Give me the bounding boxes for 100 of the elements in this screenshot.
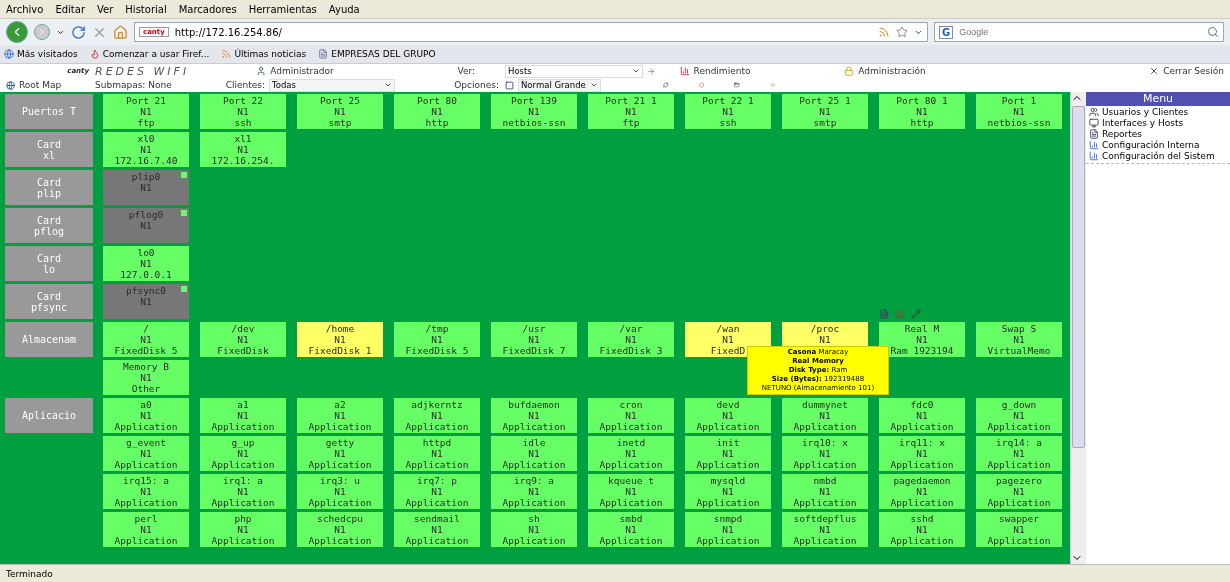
host-tile[interactable]: sshd N1 Application xyxy=(879,512,965,547)
host-tile[interactable]: xl1 N1 172.16.254. xyxy=(200,132,286,167)
menu-link[interactable]: Configuración Interna xyxy=(1086,139,1230,150)
host-tile[interactable]: pagedaemon N1 Application xyxy=(879,474,965,509)
logout-link[interactable]: Cerrar Sesión xyxy=(1163,66,1224,76)
forward-button[interactable] xyxy=(34,24,50,40)
arrow-icon[interactable] xyxy=(646,66,655,76)
home-button[interactable] xyxy=(113,24,128,40)
bookmark[interactable]: EMPRESAS DEL GRUPO xyxy=(318,49,436,59)
host-tile[interactable]: Port 22 N1 ssh xyxy=(200,94,286,129)
menu-link[interactable]: Configuración del Sistem xyxy=(1086,150,1230,161)
host-tile[interactable]: nmbd N1 Application xyxy=(782,474,868,509)
rss-icon[interactable] xyxy=(878,26,890,38)
host-tile[interactable]: irq9: a N1 Application xyxy=(491,474,577,509)
host-tile[interactable]: cron N1 Application xyxy=(588,398,674,433)
menu-item[interactable]: Ver xyxy=(97,3,114,15)
host-tile[interactable]: a0 N1 Application xyxy=(103,398,189,433)
host-tile[interactable]: sh N1 Application xyxy=(491,512,577,547)
host-tile[interactable]: snmpd N1 Application xyxy=(685,512,771,547)
bookmark[interactable]: Últimas noticias xyxy=(221,49,307,59)
host-tile[interactable]: a2 N1 Application xyxy=(297,398,383,433)
star-icon[interactable] xyxy=(896,26,908,38)
host-tile[interactable]: /tmp N1 FixedDisk 5 xyxy=(394,322,480,357)
host-tile[interactable]: /dev N1 FixedDisk xyxy=(200,322,286,357)
host-tile[interactable]: Port 139 N1 netbios-ssn xyxy=(491,94,577,129)
host-tile[interactable]: irq1: a N1 Application xyxy=(200,474,286,509)
lock-icon[interactable] xyxy=(844,66,855,76)
root-map-link[interactable]: Root Map xyxy=(19,80,62,90)
host-tile[interactable]: mysqld N1 Application xyxy=(685,474,771,509)
search-input[interactable]: Google xyxy=(957,26,1203,38)
host-tile[interactable]: schedcpu N1 Application xyxy=(297,512,383,547)
menu-link[interactable]: Interfaces y Hosts xyxy=(1086,117,1230,128)
host-tile[interactable]: g_down N1 Application xyxy=(976,398,1062,433)
menu-item[interactable]: Historial xyxy=(125,3,167,15)
host-tile[interactable]: /usr N1 FixedDisk 7 xyxy=(491,322,577,357)
view-select[interactable]: Hosts xyxy=(505,64,643,78)
host-tile[interactable]: Port 21 1 N1 ftp xyxy=(588,94,674,129)
host-tile[interactable]: Port 25 1 N1 smtp xyxy=(782,94,868,129)
host-tile[interactable]: Swap S N1 VirtualMemo xyxy=(976,322,1062,357)
host-tile[interactable]: dummynet N1 Application xyxy=(782,398,868,433)
close-icon[interactable] xyxy=(1149,66,1160,76)
host-tile[interactable]: pagezero N1 Application xyxy=(976,474,1062,509)
scrollbar-thumb[interactable] xyxy=(1072,106,1085,448)
back-button[interactable] xyxy=(6,21,28,43)
host-tile[interactable]: irq3: u N1 Application xyxy=(297,474,383,509)
host-tile[interactable]: lo0 N1 127.0.0.1 xyxy=(103,246,189,281)
host-tile[interactable]: idle N1 Application xyxy=(491,436,577,471)
reload-button[interactable] xyxy=(71,24,86,40)
host-tile[interactable]: g_up N1 Application xyxy=(200,436,286,471)
size-select[interactable]: Normal Grande xyxy=(518,78,601,92)
host-tile[interactable]: sendmail N1 Application xyxy=(394,512,480,547)
host-tile[interactable]: devd N1 Application xyxy=(685,398,771,433)
host-tile[interactable]: irq14: a N1 Application xyxy=(976,436,1062,471)
shield-icon[interactable] xyxy=(698,80,704,90)
menu-item[interactable]: Ayuda xyxy=(328,3,360,15)
host-tile[interactable]: irq7: p N1 Application xyxy=(394,474,480,509)
refresh-icon[interactable] xyxy=(663,80,669,90)
admin-link[interactable]: Administración xyxy=(858,66,926,76)
host-tile[interactable]: init N1 Application xyxy=(685,436,771,471)
menu-item[interactable]: Marcadores xyxy=(178,3,237,15)
host-tile[interactable]: Memory B N1 Other xyxy=(103,360,189,395)
layout-icon[interactable] xyxy=(505,80,514,90)
search-field[interactable]: G Google xyxy=(934,22,1224,42)
menu-item[interactable]: Editar xyxy=(55,3,85,15)
host-tile[interactable]: Port 22 1 N1 ssh xyxy=(685,94,771,129)
host-tile[interactable]: Real M N1 Ram 1923194 xyxy=(879,322,965,357)
host-tile[interactable]: irq11: x N1 Application xyxy=(879,436,965,471)
host-tile[interactable]: Port 80 N1 http xyxy=(394,94,480,129)
menu-link[interactable]: Usuarios y Clientes xyxy=(1086,106,1230,117)
performance-link[interactable]: Rendimiento xyxy=(693,66,751,76)
edit-icon[interactable] xyxy=(911,309,921,319)
menu-link[interactable]: Reportes xyxy=(1086,128,1230,139)
host-tile[interactable]: fdc0 N1 Application xyxy=(879,398,965,433)
clients-select[interactable]: Todas xyxy=(269,78,395,92)
host-tile[interactable]: a1 N1 Application xyxy=(200,398,286,433)
host-tile[interactable]: php N1 Application xyxy=(200,512,286,547)
search-icon[interactable] xyxy=(1207,26,1219,38)
globe-icon[interactable] xyxy=(6,80,15,90)
bookmark[interactable]: Comenzar a usar Firef... xyxy=(89,49,210,59)
host-tile[interactable]: kqueue t N1 Application xyxy=(588,474,674,509)
bar-chart-icon[interactable] xyxy=(679,66,690,76)
host-tile[interactable]: Port 80 1 N1 http xyxy=(879,94,965,129)
bookmark[interactable]: Más visitados xyxy=(4,49,78,59)
host-tile[interactable]: softdepflus N1 Application xyxy=(782,512,868,547)
host-tile[interactable]: irq10: x N1 Application xyxy=(782,436,868,471)
menu-item[interactable]: Archivo xyxy=(6,3,44,15)
host-tile[interactable]: smbd N1 Application xyxy=(588,512,674,547)
host-tile[interactable]: inetd N1 Application xyxy=(588,436,674,471)
host-tile[interactable]: / N1 FixedDisk 5 xyxy=(103,322,189,357)
host-tile[interactable]: perl N1 Application xyxy=(103,512,189,547)
host-tile[interactable]: g_event N1 Application xyxy=(103,436,189,471)
document-icon[interactable] xyxy=(879,309,889,319)
host-tile[interactable]: Port 1 N1 netbios-ssn xyxy=(976,94,1062,129)
host-tile[interactable]: Port 21 N1 ftp xyxy=(103,94,189,129)
menu-item[interactable]: Herramientas xyxy=(248,3,317,15)
host-tile[interactable]: /home N1 FixedDisk 1 xyxy=(297,322,383,357)
host-tile[interactable]: bufdaemon N1 Application xyxy=(491,398,577,433)
host-tile[interactable]: getty N1 Application xyxy=(297,436,383,471)
host-tile[interactable]: /var N1 FixedDisk 3 xyxy=(588,322,674,357)
host-tile[interactable]: irq15: a N1 Application xyxy=(103,474,189,509)
